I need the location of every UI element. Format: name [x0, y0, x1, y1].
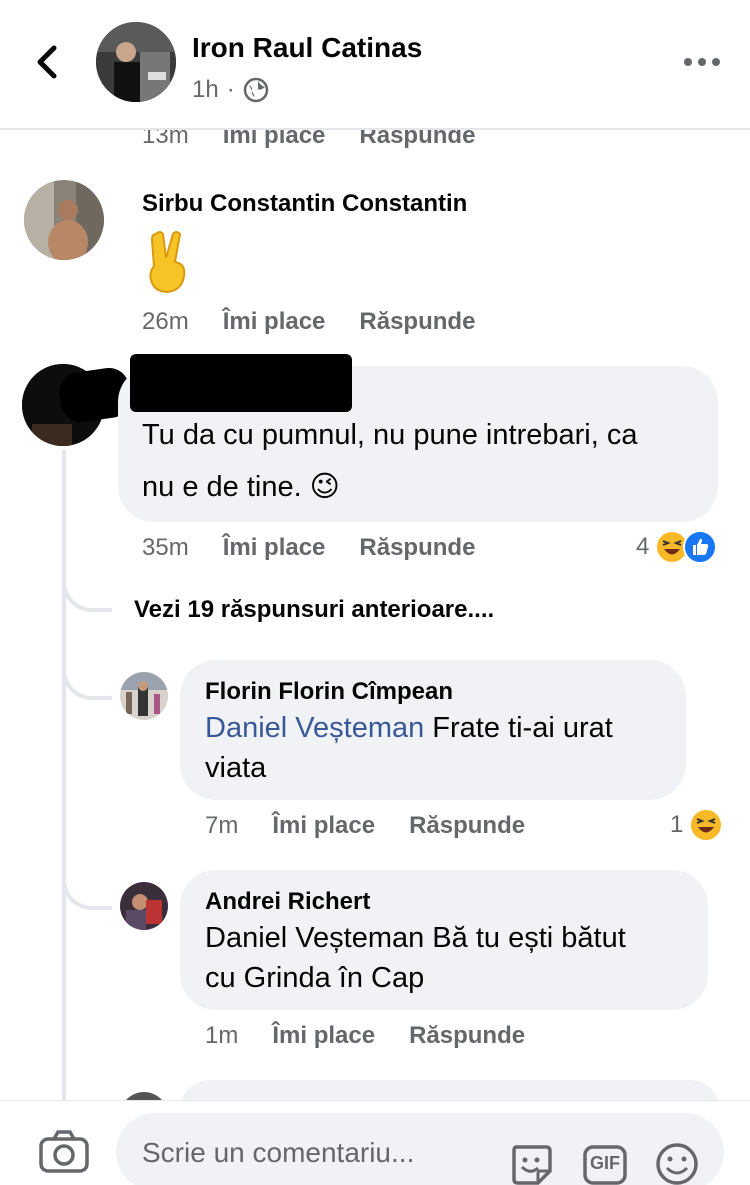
reaction-count: 1	[670, 811, 684, 838]
commenter-avatar[interactable]	[24, 180, 104, 260]
more-dots-icon	[684, 58, 720, 66]
reply-actions: 1m Îmi place Răspunde	[205, 1022, 525, 1050]
mention-link[interactable]: Daniel Veșteman	[205, 712, 424, 744]
post-author-name[interactable]: Iron Raul Catinas	[192, 32, 422, 64]
meta-separator: ·	[226, 76, 235, 103]
reaction-summary[interactable]: 1	[670, 808, 724, 842]
victory-hand-emoji: ✌️	[142, 228, 192, 294]
reply-button[interactable]: Răspunde	[409, 1022, 525, 1050]
chevron-left-icon	[37, 45, 57, 79]
comment-actions: 35m Îmi place Răspunde	[142, 534, 475, 562]
comment-time: 26m	[142, 308, 189, 335]
reply-text-line: viata	[205, 752, 267, 784]
camera-button[interactable]	[38, 1129, 90, 1175]
reaction-count: 4	[636, 533, 650, 560]
thread-line	[62, 450, 66, 860]
reaction-summary[interactable]: 4	[636, 530, 718, 564]
back-button[interactable]	[28, 40, 68, 84]
comment-text-line: nu e de tine. 😉	[142, 471, 340, 503]
gif-button[interactable]: GIF	[582, 1141, 628, 1185]
thread-connector	[62, 878, 112, 910]
comment-text-line: Tu da cu pumnul, nu pune intrebari, ca	[142, 419, 638, 451]
commenter-name[interactable]: Sirbu Constantin Constantin	[142, 190, 467, 218]
emoji-icon	[656, 1143, 698, 1185]
reply-text-line: cu Grinda în Cap	[205, 962, 425, 994]
more-options-button[interactable]	[682, 50, 722, 74]
post-author-avatar[interactable]	[96, 22, 176, 102]
post-header: Iron Raul Catinas 1h ·	[0, 0, 750, 130]
replier-name[interactable]: Andrei Richert	[205, 888, 370, 916]
reply-button[interactable]: Răspunde	[359, 308, 475, 336]
reply-time: 7m	[205, 812, 239, 839]
gif-label: GIF	[590, 1153, 620, 1173]
replier-avatar[interactable]	[120, 672, 168, 720]
sticker-button[interactable]	[508, 1141, 554, 1185]
reply-text-line: Daniel Veșteman Bă tu ești bătut	[205, 922, 626, 954]
like-reaction-icon	[683, 530, 718, 564]
comment-input[interactable]: Scrie un comentariu... GIF	[116, 1113, 724, 1185]
thread-line	[62, 860, 66, 1100]
comment-text: Tu da cu pumnul, nu pune intrebari, ca n…	[142, 414, 637, 508]
reply-text: Daniel Veșteman Bă tu ești bătut cu Grin…	[205, 918, 626, 998]
globe-icon	[243, 77, 268, 103]
emoji-button[interactable]	[654, 1141, 700, 1185]
redacted-commenter-name[interactable]	[130, 354, 352, 412]
comment-actions: 26m Îmi place Răspunde	[142, 308, 475, 336]
like-button[interactable]: Îmi place	[223, 308, 326, 336]
view-previous-replies-link[interactable]: Vezi 19 răspunsuri anterioare....	[134, 596, 494, 624]
thread-connector	[62, 668, 112, 700]
reply-actions: 7m Îmi place Răspunde	[205, 812, 525, 840]
reply-button[interactable]: Răspunde	[409, 812, 525, 840]
sticker-icon	[512, 1145, 552, 1185]
reply-text: Daniel Veșteman Frate ti-ai urat viata	[205, 708, 613, 788]
like-button[interactable]: Îmi place	[272, 812, 375, 840]
post-meta: 1h ·	[192, 76, 269, 104]
replier-avatar[interactable]	[120, 882, 168, 930]
reply-button[interactable]: Răspunde	[359, 534, 475, 562]
reply-time: 1m	[205, 1022, 239, 1049]
like-button[interactable]: Îmi place	[272, 1022, 375, 1050]
reply-text-segment: Frate ti-ai urat	[424, 712, 613, 744]
post-time[interactable]: 1h	[192, 76, 219, 104]
comment-composer: Scrie un comentariu... GIF	[0, 1100, 750, 1185]
comment-time: 35m	[142, 534, 189, 561]
comment-input-placeholder: Scrie un comentariu...	[142, 1137, 415, 1168]
thread-connector	[62, 580, 112, 612]
haha-reaction-icon	[689, 808, 724, 842]
camera-icon	[39, 1130, 89, 1173]
like-button[interactable]: Îmi place	[223, 534, 326, 562]
replier-name[interactable]: Florin Florin Cîmpean	[205, 678, 453, 706]
